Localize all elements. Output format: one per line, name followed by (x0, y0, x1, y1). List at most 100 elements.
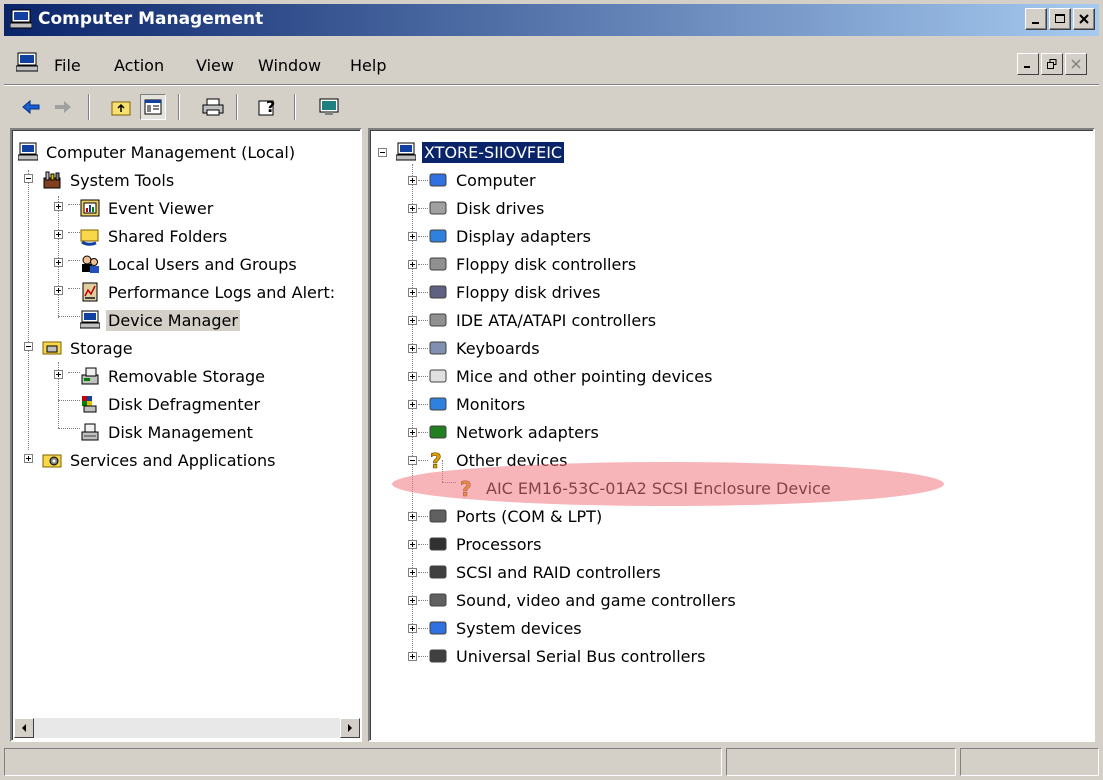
scroll-left-button[interactable] (14, 718, 34, 738)
tree-item-local-users-and-groups[interactable]: Local Users and Groups (80, 252, 299, 276)
device-category-item[interactable]: Keyboards (428, 336, 542, 360)
title-bar[interactable]: Computer Management (4, 4, 1099, 36)
device-category-label: Floppy disk drives (456, 282, 601, 302)
toolbox-icon (43, 171, 61, 189)
expand-toggle[interactable] (408, 428, 417, 437)
forward-button[interactable] (50, 94, 76, 120)
scroll-right-button[interactable] (340, 718, 360, 738)
device-category-item[interactable]: Display adapters (428, 224, 593, 248)
mdi-minimize-button[interactable] (1017, 53, 1039, 75)
device-category-item[interactable]: SCSI and RAID controllers (428, 560, 663, 584)
up-one-level-button[interactable] (108, 94, 134, 120)
tree-item-removable-storage[interactable]: Removable Storage (80, 364, 267, 388)
expand-toggle[interactable] (54, 370, 63, 379)
collapse-toggle[interactable] (24, 342, 33, 351)
tree-item-system-tools[interactable]: System Tools (42, 168, 176, 192)
minimize-button[interactable] (1025, 8, 1047, 30)
device-category-item[interactable]: System devices (428, 616, 584, 640)
mmc-document-icon[interactable] (16, 52, 38, 72)
expand-toggle[interactable] (408, 512, 417, 521)
device-category-label: Processors (456, 534, 542, 554)
tree-item-computer-management[interactable]: Computer Management (Local) (18, 140, 297, 164)
device-category-item[interactable]: Floppy disk drives (428, 280, 602, 304)
expand-toggle[interactable] (408, 316, 417, 325)
device-category-label: Floppy disk controllers (456, 254, 637, 274)
mdi-restore-button[interactable] (1041, 53, 1063, 75)
expand-toggle[interactable] (408, 400, 417, 409)
menu-help[interactable]: Help (350, 56, 386, 75)
expand-toggle[interactable] (408, 372, 417, 381)
floppy-drive-icon (429, 285, 447, 299)
storage-icon (42, 341, 62, 355)
menu-file[interactable]: File (54, 56, 81, 75)
print-button[interactable] (200, 94, 226, 120)
system-device-icon (429, 621, 447, 635)
device-category-item[interactable]: Processors (428, 532, 543, 556)
show-hide-console-tree-button[interactable] (140, 94, 166, 120)
device-tree-root[interactable]: XTORE-SIIOVFEIC (396, 140, 566, 164)
device-category-label: Mice and other pointing devices (456, 366, 713, 386)
tree-item-storage[interactable]: Storage (42, 336, 135, 360)
expand-toggle[interactable] (54, 286, 63, 295)
expand-toggle[interactable] (408, 204, 417, 213)
expand-toggle[interactable] (54, 230, 63, 239)
mdi-close-button[interactable] (1065, 53, 1087, 75)
expand-toggle[interactable] (408, 596, 417, 605)
expand-toggle[interactable] (408, 176, 417, 185)
device-category-item[interactable]: Monitors (428, 392, 527, 416)
menu-view[interactable]: View (196, 56, 234, 75)
device-category-label: Sound, video and game controllers (456, 590, 736, 610)
monitor-properties-icon (319, 98, 339, 115)
menu-action[interactable]: Action (114, 56, 164, 75)
device-category-item[interactable]: Computer (428, 168, 538, 192)
tree-item-performance-logs[interactable]: Performance Logs and Alert: (80, 280, 337, 304)
collapse-toggle[interactable] (24, 174, 33, 183)
collapse-toggle[interactable] (378, 148, 387, 157)
device-category-item[interactable]: Network adapters (428, 420, 601, 444)
tree-label: Performance Logs and Alert: (108, 282, 336, 302)
device-category-item[interactable]: Disk drives (428, 196, 546, 220)
help-button[interactable]: ? (256, 94, 282, 120)
back-button[interactable] (18, 94, 44, 120)
expand-toggle[interactable] (408, 288, 417, 297)
expand-toggle[interactable] (408, 568, 417, 577)
tree-item-shared-folders[interactable]: Shared Folders (80, 224, 229, 248)
tree-label: Local Users and Groups (108, 254, 297, 274)
expand-toggle[interactable] (54, 258, 63, 267)
tree-item-disk-defragmenter[interactable]: Disk Defragmenter (80, 392, 262, 416)
device-category-item[interactable]: Ports (COM & LPT) (428, 504, 604, 528)
tree-item-device-manager[interactable]: Device Manager (80, 308, 240, 332)
tree-label: Device Manager (106, 309, 240, 331)
expand-toggle[interactable] (408, 232, 417, 241)
console-tree-pane[interactable]: Computer Management (Local) System Tools… (10, 128, 362, 742)
expand-toggle[interactable] (24, 454, 33, 463)
horizontal-scrollbar[interactable] (14, 718, 360, 738)
tree-label: Disk Management (108, 422, 253, 442)
device-category-item[interactable]: Floppy disk controllers (428, 252, 638, 276)
device-category-item[interactable]: Sound, video and game controllers (428, 588, 738, 612)
close-button[interactable] (1073, 8, 1095, 30)
tree-item-services-and-applications[interactable]: Services and Applications (42, 448, 277, 472)
tree-label: Computer Management (Local) (46, 142, 296, 162)
tree-item-event-viewer[interactable]: Event Viewer (80, 196, 215, 220)
minimize-icon (1032, 22, 1039, 24)
computer-management-window: Computer Management File Action View Win… (0, 0, 1103, 780)
collapse-toggle[interactable] (408, 456, 417, 465)
expand-toggle[interactable] (54, 202, 63, 211)
device-category-item[interactable]: IDE ATA/ATAPI controllers (428, 308, 658, 332)
expand-toggle[interactable] (408, 260, 417, 269)
expand-toggle[interactable] (408, 344, 417, 353)
expand-toggle[interactable] (408, 540, 417, 549)
expand-toggle[interactable] (408, 624, 417, 633)
device-manager-pane[interactable]: XTORE-SIIOVFEIC Computer Disk drives Displ… (368, 128, 1095, 742)
device-category-item[interactable]: Mice and other pointing devices (428, 364, 714, 388)
properties-button[interactable] (316, 94, 342, 120)
menu-window[interactable]: Window (258, 56, 321, 75)
expand-toggle[interactable] (408, 652, 417, 661)
network-adapter-icon (429, 425, 447, 439)
tree-item-disk-management[interactable]: Disk Management (80, 420, 255, 444)
problem-device-highlight (392, 462, 944, 506)
keyboard-icon (429, 341, 447, 355)
maximize-button[interactable] (1049, 8, 1071, 30)
device-category-item[interactable]: Universal Serial Bus controllers (428, 644, 707, 668)
